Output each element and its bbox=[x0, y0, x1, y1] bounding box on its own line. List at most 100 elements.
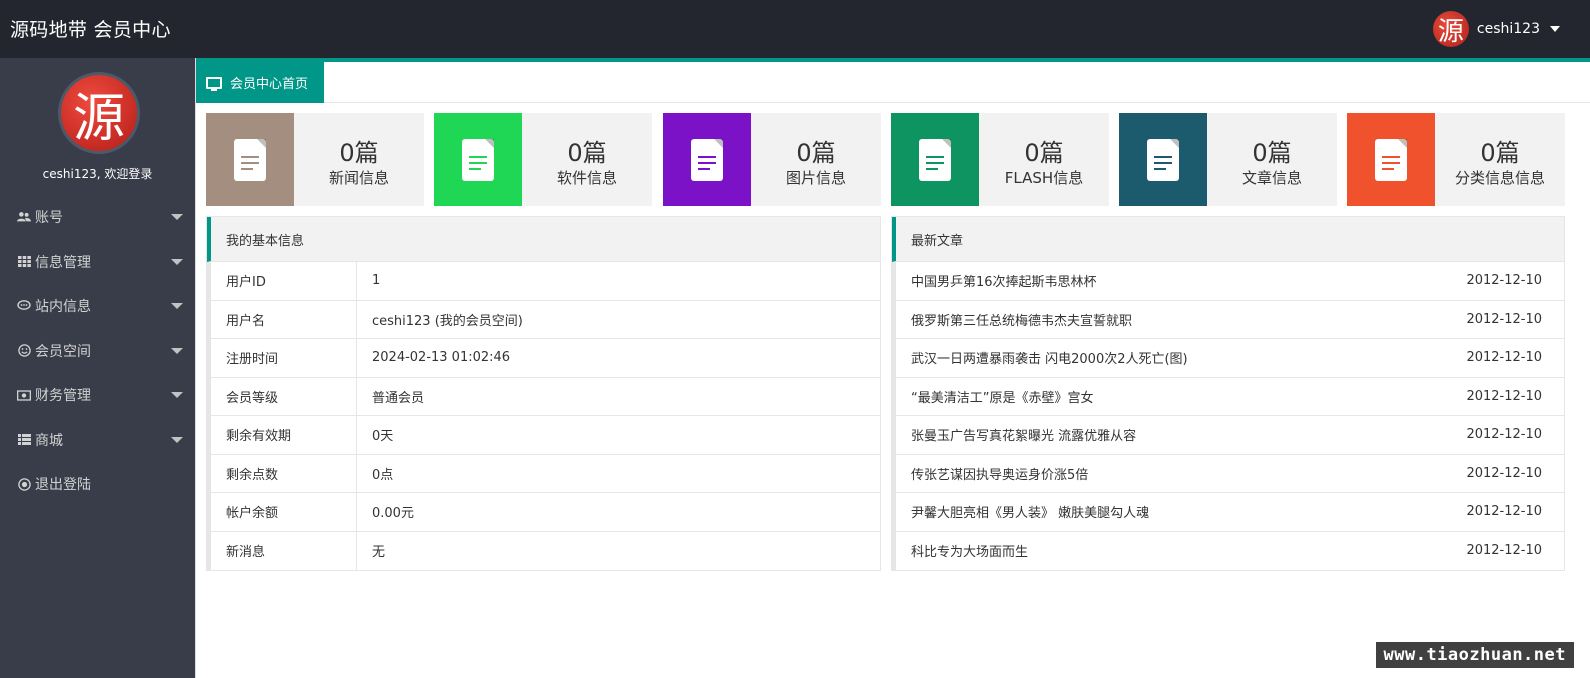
info-key: 会员等级 bbox=[211, 377, 357, 415]
stat-value: 0篇 bbox=[1252, 139, 1292, 167]
info-key: 用户名 bbox=[211, 300, 357, 338]
triangle-down-icon bbox=[171, 214, 183, 220]
chat-icon bbox=[17, 299, 31, 313]
sidebar-item-label: 账号 bbox=[35, 210, 63, 227]
stat-label: 文章信息 bbox=[1241, 169, 1302, 187]
article-row[interactable]: 武汉一日两遭暴雨袭击 闪电2000次2人死亡(图) 2012-12-10 bbox=[892, 339, 1564, 378]
stat-card-classifieds[interactable]: 0篇 分类信息信息 bbox=[1347, 113, 1565, 206]
stat-icon-box bbox=[891, 113, 979, 206]
grid-icon bbox=[17, 255, 31, 269]
article-title[interactable]: 传张艺谋因执导奥运身价涨5倍 bbox=[911, 464, 1088, 483]
document-icon bbox=[691, 138, 723, 181]
stat-card-articles[interactable]: 0篇 文章信息 bbox=[1119, 113, 1337, 206]
article-title[interactable]: 武汉一日两遭暴雨袭击 闪电2000次2人死亡(图) bbox=[911, 348, 1188, 367]
sidebar-item-shop[interactable]: 商城 bbox=[0, 418, 195, 463]
users-icon bbox=[17, 210, 31, 224]
top-header: 源码地带 会员中心 源 ceshi123 bbox=[0, 0, 1590, 58]
chevron-down-icon[interactable] bbox=[1550, 26, 1560, 32]
article-date: 2012-12-10 bbox=[1466, 350, 1542, 366]
info-value: 普通会员 bbox=[372, 390, 425, 406]
stat-icon-box bbox=[434, 113, 522, 206]
triangle-down-icon bbox=[171, 258, 183, 265]
article-date: 2012-12-10 bbox=[1466, 543, 1542, 559]
stat-card-news[interactable]: 0篇 新闻信息 bbox=[206, 113, 424, 206]
article-date: 2012-12-10 bbox=[1466, 311, 1542, 327]
triangle-down-icon bbox=[171, 436, 183, 443]
stat-card-images[interactable]: 0篇 图片信息 bbox=[663, 113, 881, 206]
info-value[interactable]: ceshi123 (我的会员空间) bbox=[357, 301, 523, 339]
stat-icon-box bbox=[1119, 113, 1207, 206]
table-row: 用户名 ceshi123 (我的会员空间) bbox=[207, 300, 880, 339]
latest-articles-panel: 最新文章 中国男乒第16次捧起斯韦思林杯 2012-12-10 俄罗斯第三任总统梅… bbox=[891, 216, 1565, 571]
article-title[interactable]: 俄罗斯第三任总统梅德韦杰夫宣誓就职 bbox=[911, 310, 1132, 329]
brand-title[interactable]: 源码地带 会员中心 bbox=[10, 15, 171, 42]
stat-icon-box bbox=[206, 113, 294, 206]
article-row[interactable]: 中国男乒第16次捧起斯韦思林杯 2012-12-10 bbox=[892, 262, 1564, 301]
article-date: 2012-12-10 bbox=[1466, 465, 1542, 481]
article-date: 2012-12-10 bbox=[1466, 504, 1542, 520]
info-value: 0.00元 bbox=[372, 506, 414, 522]
info-key: 新消息 bbox=[211, 531, 357, 570]
stat-card-flash[interactable]: 0篇 FLASH信息 bbox=[891, 113, 1109, 206]
tab-bar: 会员中心首页 bbox=[196, 58, 1590, 103]
smile-icon bbox=[17, 344, 31, 358]
document-icon bbox=[919, 138, 951, 181]
article-title[interactable]: 尹馨大胆亮相《男人装》 嫩肤美腿勾人魂 bbox=[911, 502, 1149, 521]
sidebar-item-logout[interactable]: 退出登陆 bbox=[0, 462, 195, 507]
article-row[interactable]: 张曼玉广告写真花絮曝光 流露优雅从容 2012-12-10 bbox=[892, 416, 1564, 455]
info-key: 注册时间 bbox=[211, 339, 357, 377]
article-title[interactable]: 中国男乒第16次捧起斯韦思林杯 bbox=[911, 271, 1097, 290]
sidebar-item-label: 信息管理 bbox=[35, 254, 91, 271]
triangle-down-icon bbox=[171, 392, 183, 398]
sidebar-item-info-management[interactable]: 信息管理 bbox=[0, 240, 195, 285]
tab-member-home[interactable]: 会员中心首页 bbox=[196, 62, 324, 103]
sidebar-item-label: 商城 bbox=[35, 432, 63, 449]
info-value: 0点 bbox=[372, 467, 394, 483]
article-date: 2012-12-10 bbox=[1466, 427, 1542, 443]
tab-label: 会员中心首页 bbox=[230, 77, 309, 92]
user-name[interactable]: ceshi123 bbox=[1477, 21, 1540, 37]
panel-title: 最新文章 bbox=[892, 217, 1564, 262]
article-row[interactable]: 科比专为大场面而生 2012-12-10 bbox=[892, 531, 1564, 570]
sidebar-item-member-space[interactable]: 会员空间 bbox=[0, 329, 195, 374]
article-title[interactable]: “最美清洁工”原是《赤壁》宫女 bbox=[911, 387, 1093, 406]
stat-label: 软件信息 bbox=[556, 169, 617, 187]
sidebar-item-label: 退出登陆 bbox=[35, 477, 91, 494]
sidebar-nav: 账号 信息管理 站内信息 会员空间 财务管理 商城 退出登陆 bbox=[0, 195, 195, 507]
sidebar-item-account[interactable]: 账号 bbox=[0, 195, 195, 240]
money-icon bbox=[17, 388, 31, 402]
stat-label: FLASH信息 bbox=[1004, 169, 1084, 187]
article-title[interactable]: 科比专为大场面而生 bbox=[911, 541, 1028, 560]
table-row: 剩余点数 0点 bbox=[207, 454, 880, 493]
article-title[interactable]: 张曼玉广告写真花絮曝光 流露优雅从容 bbox=[911, 425, 1136, 444]
main-content: 会员中心首页 0篇 新闻信息 0篇 软件信息 0篇 图片信息 0篇 FLASH信… bbox=[195, 58, 1590, 678]
stat-card-software[interactable]: 0篇 软件信息 bbox=[434, 113, 652, 206]
stat-label: 分类信息信息 bbox=[1454, 169, 1545, 187]
user-menu[interactable]: 源 ceshi123 bbox=[1432, 10, 1560, 48]
stat-value: 0篇 bbox=[796, 139, 836, 167]
list-icon bbox=[17, 433, 31, 447]
document-icon bbox=[462, 138, 494, 181]
article-row[interactable]: “最美清洁工”原是《赤壁》宫女 2012-12-10 bbox=[892, 377, 1564, 416]
sidebar-item-site-messages[interactable]: 站内信息 bbox=[0, 284, 195, 329]
sidebar-item-label: 会员空间 bbox=[35, 343, 91, 360]
monitor-icon bbox=[206, 76, 222, 91]
triangle-down-icon bbox=[171, 303, 183, 309]
sidebar-item-finance[interactable]: 财务管理 bbox=[0, 373, 195, 418]
document-icon bbox=[1375, 138, 1407, 181]
document-icon bbox=[1147, 138, 1179, 181]
user-avatar[interactable]: 源 bbox=[1432, 11, 1469, 47]
article-row[interactable]: 俄罗斯第三任总统梅德韦杰夫宣誓就职 2012-12-10 bbox=[892, 300, 1564, 339]
stat-value: 0篇 bbox=[1480, 139, 1520, 167]
welcome-text: ceshi123, 欢迎登录 bbox=[42, 167, 153, 181]
triangle-down-icon bbox=[171, 347, 183, 354]
article-date: 2012-12-10 bbox=[1466, 273, 1542, 289]
info-value: 0天 bbox=[372, 429, 394, 445]
panel-title: 我的基本信息 bbox=[207, 217, 880, 262]
article-row[interactable]: 传张艺谋因执导奥运身价涨5倍 2012-12-10 bbox=[892, 454, 1564, 493]
sidebar: 源 ceshi123, 欢迎登录 账号 信息管理 站内信息 会员空间 财务管理 … bbox=[0, 58, 195, 678]
stat-value: 0篇 bbox=[1024, 139, 1064, 167]
article-row[interactable]: 尹馨大胆亮相《男人装》 嫩肤美腿勾人魂 2012-12-10 bbox=[892, 493, 1564, 532]
stat-icon-box bbox=[1347, 113, 1435, 206]
table-row: 剩余有效期 0天 bbox=[207, 416, 880, 455]
